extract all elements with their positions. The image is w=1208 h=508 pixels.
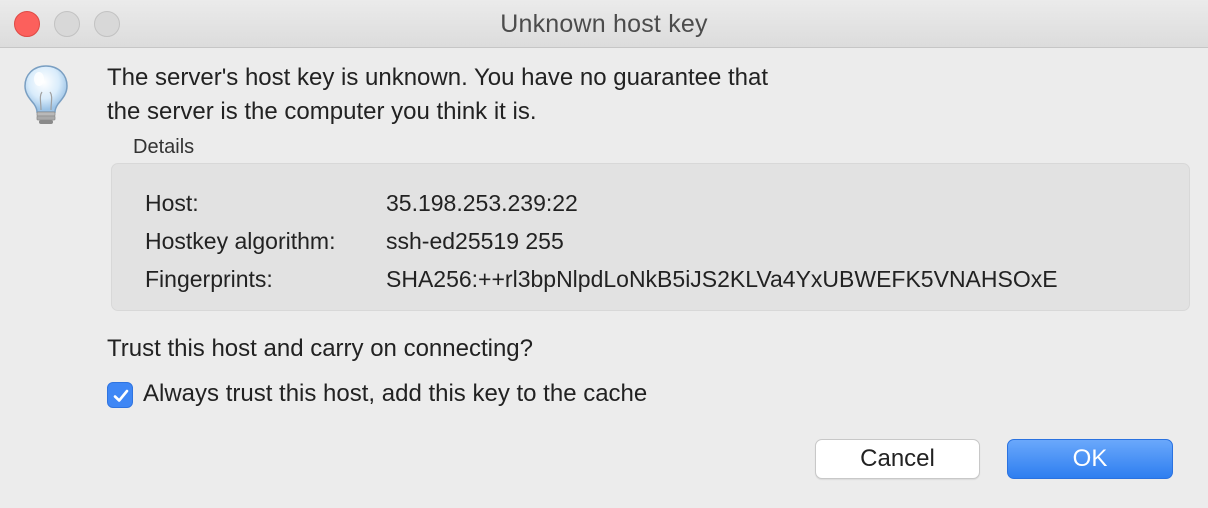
title-bar[interactable]: Unknown host key	[0, 0, 1208, 48]
warning-message-line-1: The server's host key is unknown. You ha…	[107, 64, 769, 91]
cancel-button[interactable]: Cancel	[815, 439, 980, 479]
details-heading: Details	[133, 136, 195, 158]
details-key-algorithm: Hostkey algorithm:	[145, 228, 336, 254]
ok-button[interactable]: OK	[1007, 439, 1173, 479]
details-value-algorithm: ssh-ed25519 255	[386, 228, 564, 254]
details-key-fingerprints: Fingerprints:	[145, 266, 273, 292]
details-value-host: 35.198.253.239:22	[386, 190, 578, 216]
window-title: Unknown host key	[500, 10, 708, 38]
dialog-window: Unknown host key The server's host key i…	[0, 0, 1208, 508]
warning-message: The server's host key is unknown. You ha…	[107, 61, 768, 129]
checkmark-icon	[113, 389, 129, 402]
always-trust-checkbox[interactable]	[107, 382, 133, 408]
details-key-host: Host:	[145, 190, 199, 216]
trust-question: Trust this host and carry on connecting?	[107, 335, 533, 362]
details-value-fingerprints: SHA256:++rl3bpNlpdLoNkB5iJS2KLVa4YxUBWEF…	[386, 266, 1058, 292]
lightbulb-icon	[22, 64, 70, 126]
always-trust-label[interactable]: Always trust this host, add this key to …	[143, 380, 647, 408]
details-box: Host: 35.198.253.239:22 Hostkey algorith…	[111, 163, 1190, 311]
warning-message-line-2: the server is the computer you think it …	[107, 98, 537, 125]
